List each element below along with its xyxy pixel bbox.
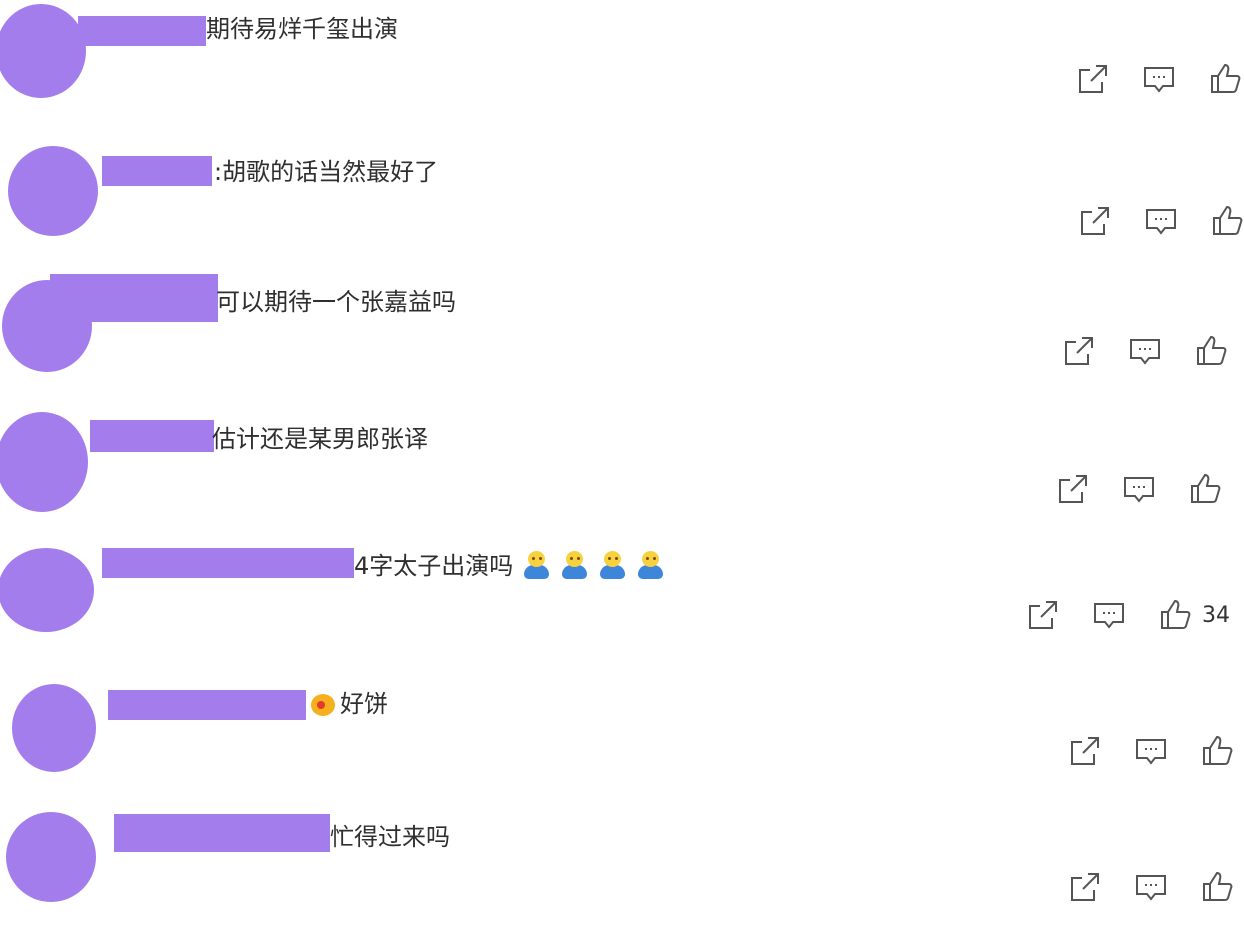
share-button[interactable] <box>1026 598 1062 632</box>
share-button[interactable] <box>1076 62 1112 96</box>
avatar[interactable] <box>6 812 96 902</box>
like-button[interactable] <box>1200 870 1236 904</box>
comment-actions <box>1078 204 1244 238</box>
share-icon <box>1065 337 1093 365</box>
thumbs-up-icon <box>1161 599 1191 629</box>
reply-button[interactable] <box>1134 870 1170 904</box>
thumbs-up-icon <box>1213 205 1243 235</box>
comment-icon <box>1124 477 1154 503</box>
avatar[interactable] <box>8 146 98 236</box>
reply-button[interactable] <box>1122 472 1158 506</box>
reply-button[interactable] <box>1128 334 1164 368</box>
comment-actions <box>1056 472 1224 506</box>
avatar[interactable] <box>0 548 94 632</box>
username-redacted[interactable] <box>50 274 218 322</box>
sweat-face-emoji-icon <box>559 550 589 580</box>
avatar[interactable] <box>0 412 88 512</box>
comment-text: 可以期待一个张嘉益吗 <box>216 288 456 316</box>
username-redacted[interactable] <box>102 548 354 578</box>
thumbs-up-icon <box>1191 473 1221 503</box>
reply-button[interactable] <box>1134 734 1170 768</box>
comment-actions <box>1062 334 1230 368</box>
share-icon <box>1071 737 1099 765</box>
share-icon <box>1029 601 1057 629</box>
sweat-face-emoji-icon <box>597 550 627 580</box>
comment-actions: 34 <box>1026 598 1230 632</box>
comment-text-content: 4字太子出演吗 <box>354 552 514 580</box>
username-redacted[interactable] <box>108 690 306 720</box>
comment-text: 4字太子出演吗 <box>354 550 673 581</box>
comment-icon <box>1094 603 1124 629</box>
comment-actions <box>1068 734 1236 768</box>
like-button[interactable] <box>1188 472 1224 506</box>
share-button[interactable] <box>1078 204 1114 238</box>
sweat-face-emoji-icon <box>635 550 665 580</box>
avatar[interactable] <box>12 684 96 772</box>
share-icon <box>1059 475 1087 503</box>
avatar[interactable] <box>0 4 86 98</box>
username-redacted[interactable] <box>114 814 330 852</box>
share-button[interactable] <box>1062 334 1098 368</box>
thumbs-up-icon <box>1211 63 1241 93</box>
like-count: 34 <box>1202 602 1230 628</box>
reply-button[interactable] <box>1142 62 1178 96</box>
username-redacted[interactable] <box>102 156 212 186</box>
like-button[interactable] <box>1200 734 1236 768</box>
comment-icon <box>1130 339 1160 365</box>
thumbs-up-icon <box>1203 735 1233 765</box>
reply-button[interactable] <box>1144 204 1180 238</box>
comment-icon <box>1144 67 1174 93</box>
share-icon <box>1079 65 1107 93</box>
comment-text: 好饼 <box>308 688 388 719</box>
comment-actions <box>1068 870 1236 904</box>
like-button[interactable] <box>1208 62 1244 96</box>
reply-button[interactable] <box>1092 598 1128 632</box>
like-button[interactable] <box>1158 598 1194 632</box>
thumbs-up-icon <box>1197 335 1227 365</box>
comment-text: 估计还是某男郎张译 <box>212 425 428 453</box>
comment-icon <box>1136 875 1166 901</box>
like-button[interactable] <box>1210 204 1244 238</box>
sweat-face-emoji-icon <box>521 550 551 580</box>
comment-text: 忙得过来吗 <box>330 823 450 851</box>
share-button[interactable] <box>1068 734 1104 768</box>
share-button[interactable] <box>1068 870 1104 904</box>
comment-actions <box>1076 62 1244 96</box>
comment-text-content: 好饼 <box>340 690 388 718</box>
thumbs-up-icon <box>1203 871 1233 901</box>
share-icon <box>1081 207 1109 235</box>
share-icon <box>1071 873 1099 901</box>
share-button[interactable] <box>1056 472 1092 506</box>
comment-icon <box>1146 209 1176 235</box>
comment-icon <box>1136 739 1166 765</box>
username-redacted[interactable] <box>78 16 206 46</box>
username-redacted[interactable] <box>90 420 214 452</box>
comment-text: 期待易烊千玺出演 <box>206 15 398 43</box>
like-button[interactable] <box>1194 334 1230 368</box>
heart-face-emoji-icon <box>308 688 338 718</box>
comment-text: :胡歌的话当然最好了 <box>214 158 439 186</box>
